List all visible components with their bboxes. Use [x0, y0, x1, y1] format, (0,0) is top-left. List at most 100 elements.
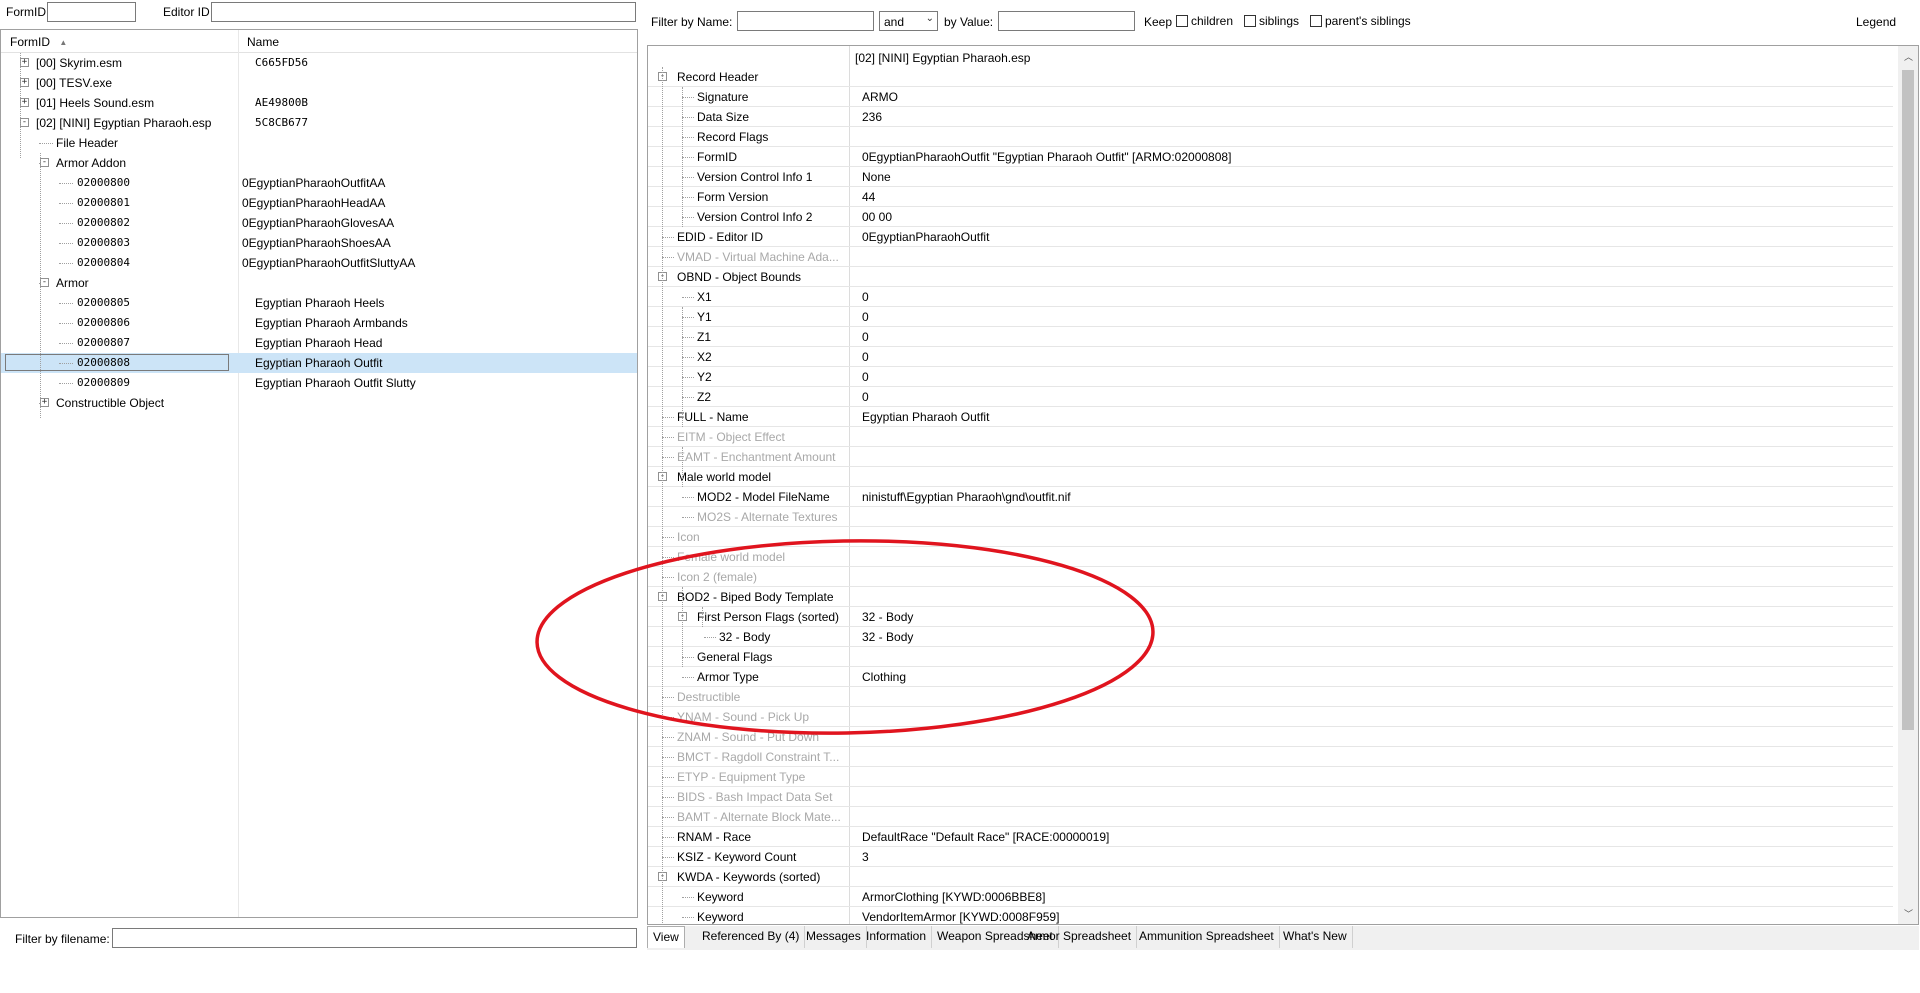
record-row[interactable]: Y2 0	[648, 367, 1893, 387]
tree-row[interactable]: - Armor Addon	[1, 153, 637, 173]
record-row[interactable]: X1 0	[648, 287, 1893, 307]
scrollbar-thumb[interactable]	[1902, 70, 1914, 730]
filter-name-input[interactable]	[737, 11, 874, 31]
record-tree[interactable]: FormID ▲ Name + [00] Skyrim.esm C665FD56 + […	[0, 29, 638, 918]
record-row[interactable]: Armor Type Clothing	[648, 667, 1893, 687]
scroll-down-icon[interactable]: ﹀	[1904, 907, 1913, 920]
tree-row[interactable]: 02000801 0EgyptianPharaohHeadAA	[1, 193, 637, 213]
record-field-value[interactable]: None	[862, 170, 891, 184]
record-row[interactable]: ZNAM - Sound - Put Down	[648, 727, 1893, 747]
expand-plus-icon[interactable]: +	[40, 398, 49, 407]
record-row[interactable]: Z1 0	[648, 327, 1893, 347]
keep-children-checkbox[interactable]: children	[1176, 14, 1233, 28]
tree-row[interactable]: 02000806 Egyptian Pharaoh Armbands	[1, 313, 637, 333]
formid-search-input[interactable]	[47, 2, 136, 22]
record-row[interactable]: BIDS - Bash Impact Data Set	[648, 787, 1893, 807]
tree-row[interactable]: 02000809 Egyptian Pharaoh Outfit Slutty	[1, 373, 637, 393]
record-row[interactable]: Icon	[648, 527, 1893, 547]
record-row[interactable]: - KWDA - Keywords (sorted)	[648, 867, 1893, 887]
record-row[interactable]: - BOD2 - Biped Body Template	[648, 587, 1893, 607]
record-field-value[interactable]: 0	[862, 310, 869, 324]
record-row[interactable]: - OBND - Object Bounds	[648, 267, 1893, 287]
record-view[interactable]: [02] [NINI] Egyptian Pharaoh.esp - Record…	[647, 45, 1919, 925]
operator-select[interactable]: and ⌄	[879, 11, 938, 31]
vertical-scrollbar[interactable]: ︿ ﹀	[1898, 46, 1918, 924]
expand-plus-icon[interactable]: +	[20, 58, 29, 67]
record-field-value[interactable]: ninistuff\Egyptian Pharaoh\gnd\outfit.ni…	[862, 490, 1071, 504]
tab-information[interactable]: Information	[861, 926, 933, 948]
record-row[interactable]: RNAM - Race DefaultRace "Default Race" [R…	[648, 827, 1893, 847]
record-field-value[interactable]: 0EgyptianPharaohOutfit	[862, 230, 989, 244]
record-field-value[interactable]: 32 - Body	[862, 610, 913, 624]
record-field-value[interactable]: 236	[862, 110, 882, 124]
tab-what-s-new[interactable]: What's New	[1278, 926, 1353, 948]
tree-row[interactable]: - Armor	[1, 273, 637, 293]
record-field-value[interactable]: 0	[862, 330, 869, 344]
tab-messages[interactable]: Messages	[801, 926, 867, 948]
tree-row[interactable]: + Constructible Object	[1, 393, 637, 413]
tree-row[interactable]: 02000804 0EgyptianPharaohOutfitSluttyAA	[1, 253, 637, 273]
record-row[interactable]: Version Control Info 2 00 00	[648, 207, 1893, 227]
keep-parents-siblings-checkbox[interactable]: parent's siblings	[1310, 14, 1411, 28]
tree-row[interactable]: 02000800 0EgyptianPharaohOutfitAA	[1, 173, 637, 193]
record-row[interactable]: Y1 0	[648, 307, 1893, 327]
record-row[interactable]: - Record Header	[648, 67, 1893, 87]
record-field-value[interactable]: 0	[862, 290, 869, 304]
tree-row[interactable]: + [00] Skyrim.esm C665FD56	[1, 53, 637, 73]
record-row[interactable]: Signature ARMO	[648, 87, 1893, 107]
record-field-value[interactable]: 0	[862, 390, 869, 404]
legend-button[interactable]: Legend	[1856, 15, 1896, 29]
expand-plus-icon[interactable]: +	[20, 78, 29, 87]
tree-row[interactable]: 02000807 Egyptian Pharaoh Head	[1, 333, 637, 353]
tree-row[interactable]: 02000802 0EgyptianPharaohGlovesAA	[1, 213, 637, 233]
tab-view[interactable]: View	[647, 926, 685, 948]
scroll-up-icon[interactable]: ︿	[1904, 50, 1913, 63]
record-row[interactable]: YNAM - Sound - Pick Up	[648, 707, 1893, 727]
record-row[interactable]: EITM - Object Effect	[648, 427, 1893, 447]
tab-referenced-by-4[interactable]: Referenced By (4)	[697, 926, 806, 948]
record-row[interactable]: BAMT - Alternate Block Mate...	[648, 807, 1893, 827]
record-row[interactable]: FULL - Name Egyptian Pharaoh Outfit	[648, 407, 1893, 427]
collapse-minus-icon[interactable]: -	[20, 118, 29, 127]
record-row[interactable]: Female world model	[648, 547, 1893, 567]
tree-row[interactable]: 02000803 0EgyptianPharaohShoesAA	[1, 233, 637, 253]
record-field-value[interactable]: Clothing	[862, 670, 906, 684]
collapse-minus-icon[interactable]: -	[40, 158, 49, 167]
record-row[interactable]: 32 - Body 32 - Body	[648, 627, 1893, 647]
tree-row[interactable]: + [00] TESV.exe	[1, 73, 637, 93]
column-header-formid[interactable]: FormID ▲	[10, 35, 67, 49]
record-field-value[interactable]: 00 00	[862, 210, 892, 224]
record-row[interactable]: Z2 0	[648, 387, 1893, 407]
filter-value-input[interactable]	[998, 11, 1135, 31]
editorid-search-input[interactable]	[211, 2, 636, 22]
tree-row[interactable]: 02000808 Egyptian Pharaoh Outfit	[1, 353, 637, 373]
record-row[interactable]: BMCT - Ragdoll Constraint T...	[648, 747, 1893, 767]
record-row[interactable]: - Male world model	[648, 467, 1893, 487]
record-field-value[interactable]: Egyptian Pharaoh Outfit	[862, 410, 989, 424]
column-header-name[interactable]: Name	[247, 35, 279, 49]
record-row[interactable]: EAMT - Enchantment Amount	[648, 447, 1893, 467]
record-row[interactable]: VMAD - Virtual Machine Ada...	[648, 247, 1893, 267]
keep-siblings-checkbox[interactable]: siblings	[1244, 14, 1299, 28]
record-row[interactable]: MOD2 - Model FileName ninistuff\Egyptian …	[648, 487, 1893, 507]
tab-armor-spreadsheet[interactable]: Armor Spreadsheet	[1022, 926, 1138, 948]
record-row[interactable]: EDID - Editor ID 0EgyptianPharaohOutfit	[648, 227, 1893, 247]
record-field-value[interactable]: ARMO	[862, 90, 898, 104]
filter-filename-input[interactable]	[112, 928, 637, 948]
record-row[interactable]: ETYP - Equipment Type	[648, 767, 1893, 787]
record-field-value[interactable]: 44	[862, 190, 875, 204]
record-row[interactable]: FormID 0EgyptianPharaohOutfit "Egyptian P…	[648, 147, 1893, 167]
record-row[interactable]: Keyword ArmorClothing [KYWD:0006BBE8]	[648, 887, 1893, 907]
record-row[interactable]: X2 0	[648, 347, 1893, 367]
record-field-value[interactable]: 0	[862, 350, 869, 364]
record-row[interactable]: Destructible	[648, 687, 1893, 707]
record-row[interactable]: Version Control Info 1 None	[648, 167, 1893, 187]
tree-row[interactable]: - [02] [NINI] Egyptian Pharaoh.esp 5C8CB67…	[1, 113, 637, 133]
record-row[interactable]: Icon 2 (female)	[648, 567, 1893, 587]
record-field-value[interactable]: DefaultRace "Default Race" [RACE:0000001…	[862, 830, 1109, 844]
record-row[interactable]: Keyword VendorItemArmor [KYWD:0008F959]	[648, 907, 1893, 924]
expand-plus-icon[interactable]: +	[20, 98, 29, 107]
record-row[interactable]: Form Version 44	[648, 187, 1893, 207]
record-row[interactable]: MO2S - Alternate Textures	[648, 507, 1893, 527]
record-field-value[interactable]: 0	[862, 370, 869, 384]
